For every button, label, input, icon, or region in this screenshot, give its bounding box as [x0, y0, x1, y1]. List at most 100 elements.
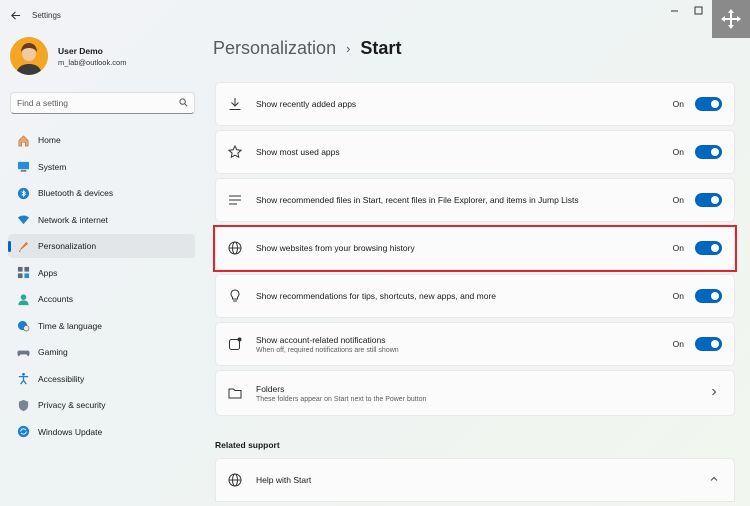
sidebar-item-label: Time & language [38, 320, 102, 331]
maximize-button[interactable] [686, 0, 710, 20]
setting-label: Show recommendations for tips, shortcuts… [256, 291, 497, 301]
app-title: Settings [32, 10, 61, 20]
toggle-state: On [672, 99, 684, 109]
sidebar-item-label: Gaming [38, 347, 68, 357]
toggle-switch[interactable] [695, 289, 722, 303]
user-profile[interactable]: User Demo m_lab@outlook.com [10, 37, 126, 75]
maximize-icon [694, 6, 702, 14]
minimize-icon [670, 10, 678, 11]
breadcrumb: Personalization › Start [213, 38, 401, 59]
setting-label: Show recommended files in Start, recent … [256, 195, 579, 205]
search-box[interactable] [10, 92, 195, 114]
setting-websites-browsing-history: Show websites from your browsing history… [215, 226, 735, 270]
setting-recommended-files: Show recommended files in Start, recent … [215, 178, 735, 222]
sidebar-item-system[interactable]: System [8, 155, 195, 179]
toggle-state: On [672, 147, 684, 157]
update-icon [16, 425, 30, 439]
folder-icon [227, 385, 243, 401]
setting-description: When off, required notifications are sti… [256, 346, 399, 354]
sidebar-item-windows-update[interactable]: Windows Update [8, 420, 195, 444]
search-input[interactable] [17, 98, 179, 108]
accounts-icon [16, 292, 30, 306]
back-arrow-icon [10, 10, 20, 20]
globe-icon [227, 472, 243, 488]
window-controls [662, 0, 710, 20]
wifi-icon [16, 213, 30, 227]
list-icon [227, 192, 243, 208]
toggle-switch[interactable] [695, 193, 722, 207]
toggle-state: On [672, 291, 684, 301]
sidebar-item-label: Apps [38, 267, 58, 278]
sidebar: User Demo m_lab@outlook.com Home System … [0, 30, 205, 506]
nav-list: Home System Bluetooth & devices Network … [8, 128, 195, 446]
toggle-state: On [672, 243, 684, 253]
avatar-person-icon [10, 37, 48, 75]
sidebar-item-accounts[interactable]: Accounts [8, 287, 195, 311]
sidebar-item-label: Accounts [38, 294, 73, 304]
sidebar-item-label: Network & internet [38, 214, 108, 225]
chevron-right-icon [710, 387, 718, 399]
home-icon [16, 133, 30, 147]
brush-icon [16, 239, 30, 253]
toggle-state: On [672, 195, 684, 205]
sidebar-item-apps[interactable]: Apps [8, 261, 195, 285]
lightbulb-icon [227, 288, 243, 304]
setting-folders[interactable]: Folders These folders appear on Start ne… [215, 370, 735, 416]
setting-label: Show recently added apps [256, 99, 357, 109]
sidebar-item-label: Windows Update [38, 426, 103, 437]
accessibility-icon [16, 372, 30, 386]
move-arrows-icon [721, 9, 741, 29]
breadcrumb-parent[interactable]: Personalization [213, 38, 336, 59]
user-name: User Demo [58, 45, 103, 56]
setting-label: Folders [256, 383, 285, 394]
toggle-state: On [672, 339, 684, 349]
sidebar-item-accessibility[interactable]: Accessibility [8, 367, 195, 391]
sidebar-item-label: Accessibility [38, 373, 85, 384]
page-title: Start [360, 38, 402, 58]
toggle-switch[interactable] [695, 97, 722, 111]
download-icon [227, 96, 243, 112]
sidebar-item-privacy[interactable]: Privacy & security [8, 393, 195, 417]
star-icon [227, 144, 243, 160]
globe-icon [227, 240, 243, 256]
globe-clock-icon [16, 319, 30, 333]
setting-recently-added-apps: Show recently added apps On [215, 82, 735, 126]
help-with-start[interactable]: Help with Start [215, 458, 735, 502]
search-icon[interactable] [179, 97, 188, 109]
avatar [10, 37, 48, 75]
title-bar: Settings [0, 0, 750, 38]
sidebar-item-bluetooth[interactable]: Bluetooth & devices [8, 181, 195, 205]
related-support-heading: Related support [215, 440, 280, 450]
sidebar-item-personalization[interactable]: Personalization [8, 234, 195, 258]
apps-icon [16, 266, 30, 280]
shield-icon [16, 398, 30, 412]
minimize-button[interactable] [662, 0, 686, 20]
chevron-up-icon[interactable] [710, 474, 718, 486]
bluetooth-icon [16, 186, 30, 200]
main-content: Personalization › Start Show recently ad… [213, 30, 743, 506]
notification-icon [227, 336, 243, 352]
setting-account-notifications: Show account-related notifications When … [215, 322, 735, 366]
controller-icon [16, 345, 30, 359]
sidebar-item-label: Privacy & security [38, 400, 106, 410]
breadcrumb-separator: › [346, 41, 351, 56]
setting-recommendations-tips: Show recommendations for tips, shortcuts… [215, 274, 735, 318]
setting-description: These folders appear on Start next to th… [256, 395, 427, 403]
setting-label: Show account-related notifications [256, 334, 386, 345]
toggle-switch[interactable] [695, 145, 722, 159]
setting-most-used-apps: Show most used apps On [215, 130, 735, 174]
back-button[interactable] [2, 2, 28, 28]
sidebar-item-time-language[interactable]: Time & language [8, 314, 195, 338]
user-email: m_lab@outlook.com [58, 57, 127, 67]
toggle-switch[interactable] [695, 337, 722, 351]
sidebar-item-label: Personalization [38, 241, 97, 251]
help-label: Help with Start [256, 475, 312, 485]
sidebar-item-label: System [38, 161, 67, 172]
sidebar-item-network[interactable]: Network & internet [8, 208, 195, 232]
toggle-switch[interactable] [695, 241, 722, 255]
sidebar-item-gaming[interactable]: Gaming [8, 340, 195, 364]
sidebar-item-home[interactable]: Home [8, 128, 195, 152]
sidebar-item-label: Bluetooth & devices [38, 188, 114, 198]
setting-label: Show most used apps [256, 147, 340, 157]
sidebar-item-label: Home [38, 135, 61, 145]
